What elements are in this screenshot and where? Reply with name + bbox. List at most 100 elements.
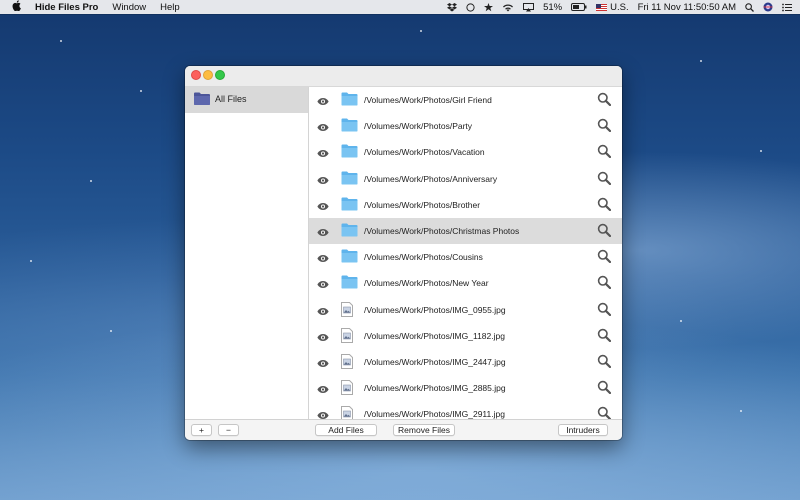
file-row[interactable]: /Volumes/Work/Photos/New Year xyxy=(309,270,622,296)
image-file-icon xyxy=(341,406,353,419)
eye-visibility-icon[interactable] xyxy=(317,200,329,214)
reveal-magnifier-icon[interactable] xyxy=(597,92,612,109)
file-path: /Volumes/Work/Photos/Brother xyxy=(364,199,481,210)
reveal-magnifier-icon[interactable] xyxy=(597,275,612,292)
zoom-window-button[interactable] xyxy=(215,70,225,80)
file-path: /Volumes/Work/Photos/IMG_1182.jpg xyxy=(364,330,505,341)
notification-center-icon[interactable] xyxy=(782,3,792,12)
eye-visibility-icon[interactable] xyxy=(317,174,329,188)
reveal-magnifier-icon[interactable] xyxy=(597,144,612,161)
folder-icon xyxy=(341,249,358,266)
reveal-magnifier-icon[interactable] xyxy=(597,118,612,135)
file-path: /Volumes/Work/Photos/Anniversary xyxy=(364,173,498,184)
airplay-icon[interactable] xyxy=(523,2,535,12)
file-path: /Volumes/Work/Photos/IMG_2447.jpg xyxy=(364,357,506,367)
file-path: /Volumes/Work/Photos/IMG_0955.jpg xyxy=(364,304,506,315)
file-row[interactable]: /Volumes/Work/Photos/Cousins xyxy=(309,244,622,270)
dropbox-icon[interactable] xyxy=(447,2,458,12)
file-row[interactable]: /Volumes/Work/Photos/Party xyxy=(309,113,622,139)
bottom-toolbar: + − Add Files Remove Files Intruders xyxy=(185,419,622,440)
file-row[interactable]: /Volumes/Work/Photos/Anniversary xyxy=(309,166,622,192)
star xyxy=(60,40,62,42)
window-menu[interactable]: Window xyxy=(112,2,146,13)
file-path: /Volumes/Work/Photos/Vacation xyxy=(364,147,485,158)
file-row[interactable]: /Volumes/Work/Photos/IMG_0955.jpg xyxy=(309,297,622,323)
battery-icon[interactable] xyxy=(571,3,587,11)
reveal-magnifier-icon[interactable] xyxy=(597,197,612,214)
image-file-icon xyxy=(341,380,353,398)
spotlight-search-icon[interactable] xyxy=(745,2,754,12)
star xyxy=(110,330,112,332)
eye-visibility-icon[interactable] xyxy=(317,278,329,292)
file-row[interactable]: /Volumes/Work/Photos/IMG_1182.jpg xyxy=(309,323,622,349)
image-file-icon xyxy=(341,354,353,372)
us-flag-icon[interactable] xyxy=(596,3,608,11)
star xyxy=(90,180,92,182)
remove-files-button[interactable]: Remove Files xyxy=(393,424,455,436)
file-row[interactable]: /Volumes/Work/Photos/IMG_2885.jpg xyxy=(309,375,622,401)
file-path: /Volumes/Work/Photos/Girl Friend xyxy=(364,95,492,105)
file-path: /Volumes/Work/Photos/Cousins xyxy=(364,252,483,263)
eye-visibility-icon[interactable] xyxy=(317,226,329,240)
wifi-icon[interactable] xyxy=(502,3,514,12)
circle-status-icon[interactable] xyxy=(466,2,475,12)
menu-clock[interactable]: Fri 11 Nov 11:50:50 AM xyxy=(638,2,736,13)
close-window-button[interactable] xyxy=(191,70,201,80)
menu-bar: Hide Files Pro Window Help 51% U.S. Fri … xyxy=(0,0,800,14)
eye-visibility-icon[interactable] xyxy=(317,409,329,419)
folder-icon xyxy=(341,197,358,214)
file-row[interactable]: /Volumes/Work/Photos/Vacation xyxy=(309,139,622,165)
folder-icon xyxy=(341,92,358,109)
reveal-magnifier-icon[interactable] xyxy=(597,249,612,266)
folder-icon xyxy=(341,171,358,188)
file-path: /Volumes/Work/Photos/IMG_2885.jpg xyxy=(364,383,506,394)
eye-visibility-icon[interactable] xyxy=(317,95,329,109)
sidebar: All Files xyxy=(185,87,309,419)
file-path: /Volumes/Work/Photos/Christmas Photos xyxy=(364,226,520,236)
user-avatar-icon[interactable] xyxy=(763,2,773,12)
file-row[interactable]: /Volumes/Work/Photos/IMG_2447.jpg xyxy=(309,349,622,375)
reveal-magnifier-icon[interactable] xyxy=(597,354,612,371)
reveal-magnifier-icon[interactable] xyxy=(597,171,612,188)
window-titlebar[interactable] xyxy=(185,66,622,87)
star-icon[interactable] xyxy=(484,2,494,12)
folder-icon xyxy=(341,275,358,292)
star xyxy=(140,90,142,92)
minimize-window-button[interactable] xyxy=(203,70,213,80)
file-row[interactable]: /Volumes/Work/Photos/IMG_2911.jpg xyxy=(309,401,622,419)
reveal-magnifier-icon[interactable] xyxy=(597,406,612,419)
eye-visibility-icon[interactable] xyxy=(317,305,329,319)
reveal-magnifier-icon[interactable] xyxy=(597,328,612,345)
eye-visibility-icon[interactable] xyxy=(317,147,329,161)
reveal-magnifier-icon[interactable] xyxy=(597,302,612,319)
folder-icon xyxy=(341,223,358,240)
sidebar-item-label: All Files xyxy=(215,94,247,104)
star xyxy=(680,320,682,322)
eye-visibility-icon[interactable] xyxy=(317,331,329,345)
add-files-button[interactable]: Add Files xyxy=(315,424,377,436)
file-path: /Volumes/Work/Photos/New Year xyxy=(364,278,489,289)
remove-location-button[interactable]: − xyxy=(218,424,239,436)
eye-visibility-icon[interactable] xyxy=(317,252,329,266)
folder-icon xyxy=(193,91,211,109)
file-row[interactable]: /Volumes/Work/Photos/Christmas Photos xyxy=(309,218,622,244)
file-row[interactable]: /Volumes/Work/Photos/Brother xyxy=(309,192,622,218)
apple-menu-icon[interactable] xyxy=(12,0,21,14)
folder-icon xyxy=(341,118,358,135)
sidebar-item-all-files[interactable]: All Files xyxy=(185,87,308,113)
input-source-label[interactable]: U.S. xyxy=(610,2,628,13)
help-menu[interactable]: Help xyxy=(160,2,180,13)
star xyxy=(700,60,702,62)
battery-percentage[interactable]: 51% xyxy=(543,2,562,13)
reveal-magnifier-icon[interactable] xyxy=(597,380,612,397)
star xyxy=(30,260,32,262)
hide-files-pro-window: All Files /Volumes/Work/Photos/Girl Frie… xyxy=(185,66,622,440)
eye-visibility-icon[interactable] xyxy=(317,121,329,135)
reveal-magnifier-icon[interactable] xyxy=(597,223,612,240)
file-row[interactable]: /Volumes/Work/Photos/Girl Friend xyxy=(309,87,622,113)
add-location-button[interactable]: + xyxy=(191,424,212,436)
eye-visibility-icon[interactable] xyxy=(317,357,329,371)
app-name-menu[interactable]: Hide Files Pro xyxy=(35,2,98,13)
eye-visibility-icon[interactable] xyxy=(317,383,329,397)
intruders-button[interactable]: Intruders xyxy=(558,424,608,436)
